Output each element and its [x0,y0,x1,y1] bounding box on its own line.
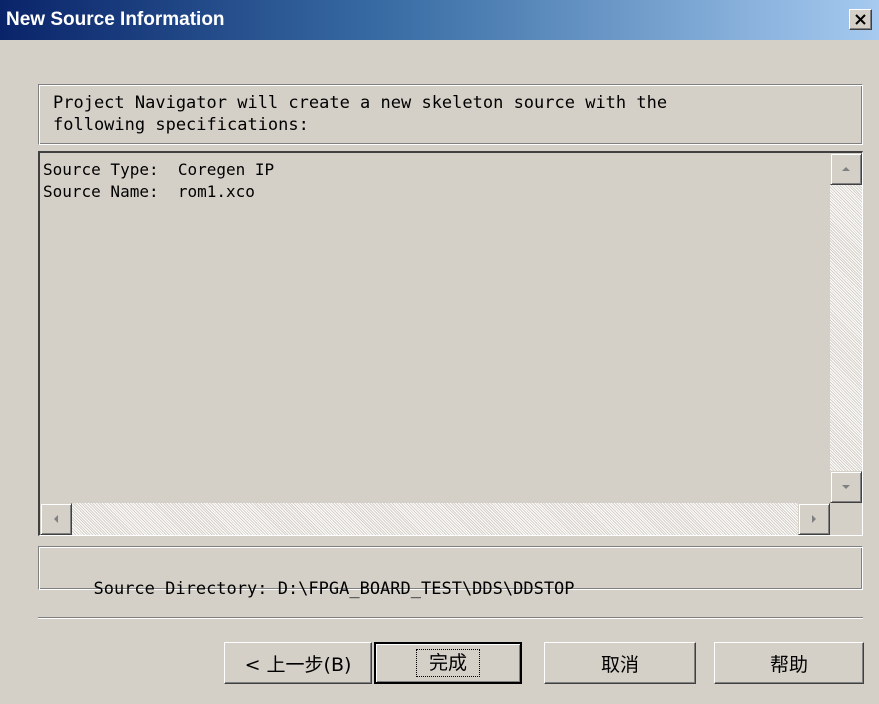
finish-button[interactable]: 完成 [374,642,522,684]
close-button[interactable] [849,9,872,30]
close-icon [855,14,866,25]
vertical-scrollbar[interactable] [830,153,862,503]
arrow-down-icon [842,485,850,489]
scroll-right-button[interactable] [798,503,830,535]
description-line-1: Project Navigator will create a new skel… [53,93,668,113]
specifications-textarea[interactable]: Source Type: Coregen IP Source Name: rom… [38,151,863,536]
back-button-label: < 上一步(B) [244,653,352,676]
spec-line-source-type: Source Type: Coregen IP [43,160,275,179]
source-directory-text: Source Directory: D:\FPGA_BOARD_TEST\DDS… [93,579,575,599]
specifications-text: Source Type: Coregen IP Source Name: rom… [43,159,274,203]
title-bar[interactable]: New Source Information [0,0,879,40]
cancel-button-label: 取消 [600,653,639,676]
arrow-right-icon [812,515,816,523]
description-box: Project Navigator will create a new skel… [38,84,863,145]
separator [38,617,863,619]
arrow-up-icon [842,167,850,171]
arrow-left-icon [54,515,58,523]
help-button-label: 帮助 [769,653,808,676]
scroll-up-button[interactable] [830,153,862,185]
spec-line-source-name: Source Name: rom1.xco [43,182,255,201]
scroll-left-button[interactable] [40,503,72,535]
back-button[interactable]: < 上一步(B) [224,642,372,684]
cancel-button[interactable]: 取消 [544,642,696,684]
window-title: New Source Information [6,9,225,30]
source-directory-box: Source Directory: D:\FPGA_BOARD_TEST\DDS… [38,546,863,599]
scroll-down-button[interactable] [830,471,862,503]
scrollbar-corner [830,503,862,535]
finish-button-label: 完成 [415,649,480,677]
horizontal-scrollbar[interactable] [40,503,830,535]
description-line-2: following specifications: [53,115,309,135]
help-button[interactable]: 帮助 [714,642,864,684]
